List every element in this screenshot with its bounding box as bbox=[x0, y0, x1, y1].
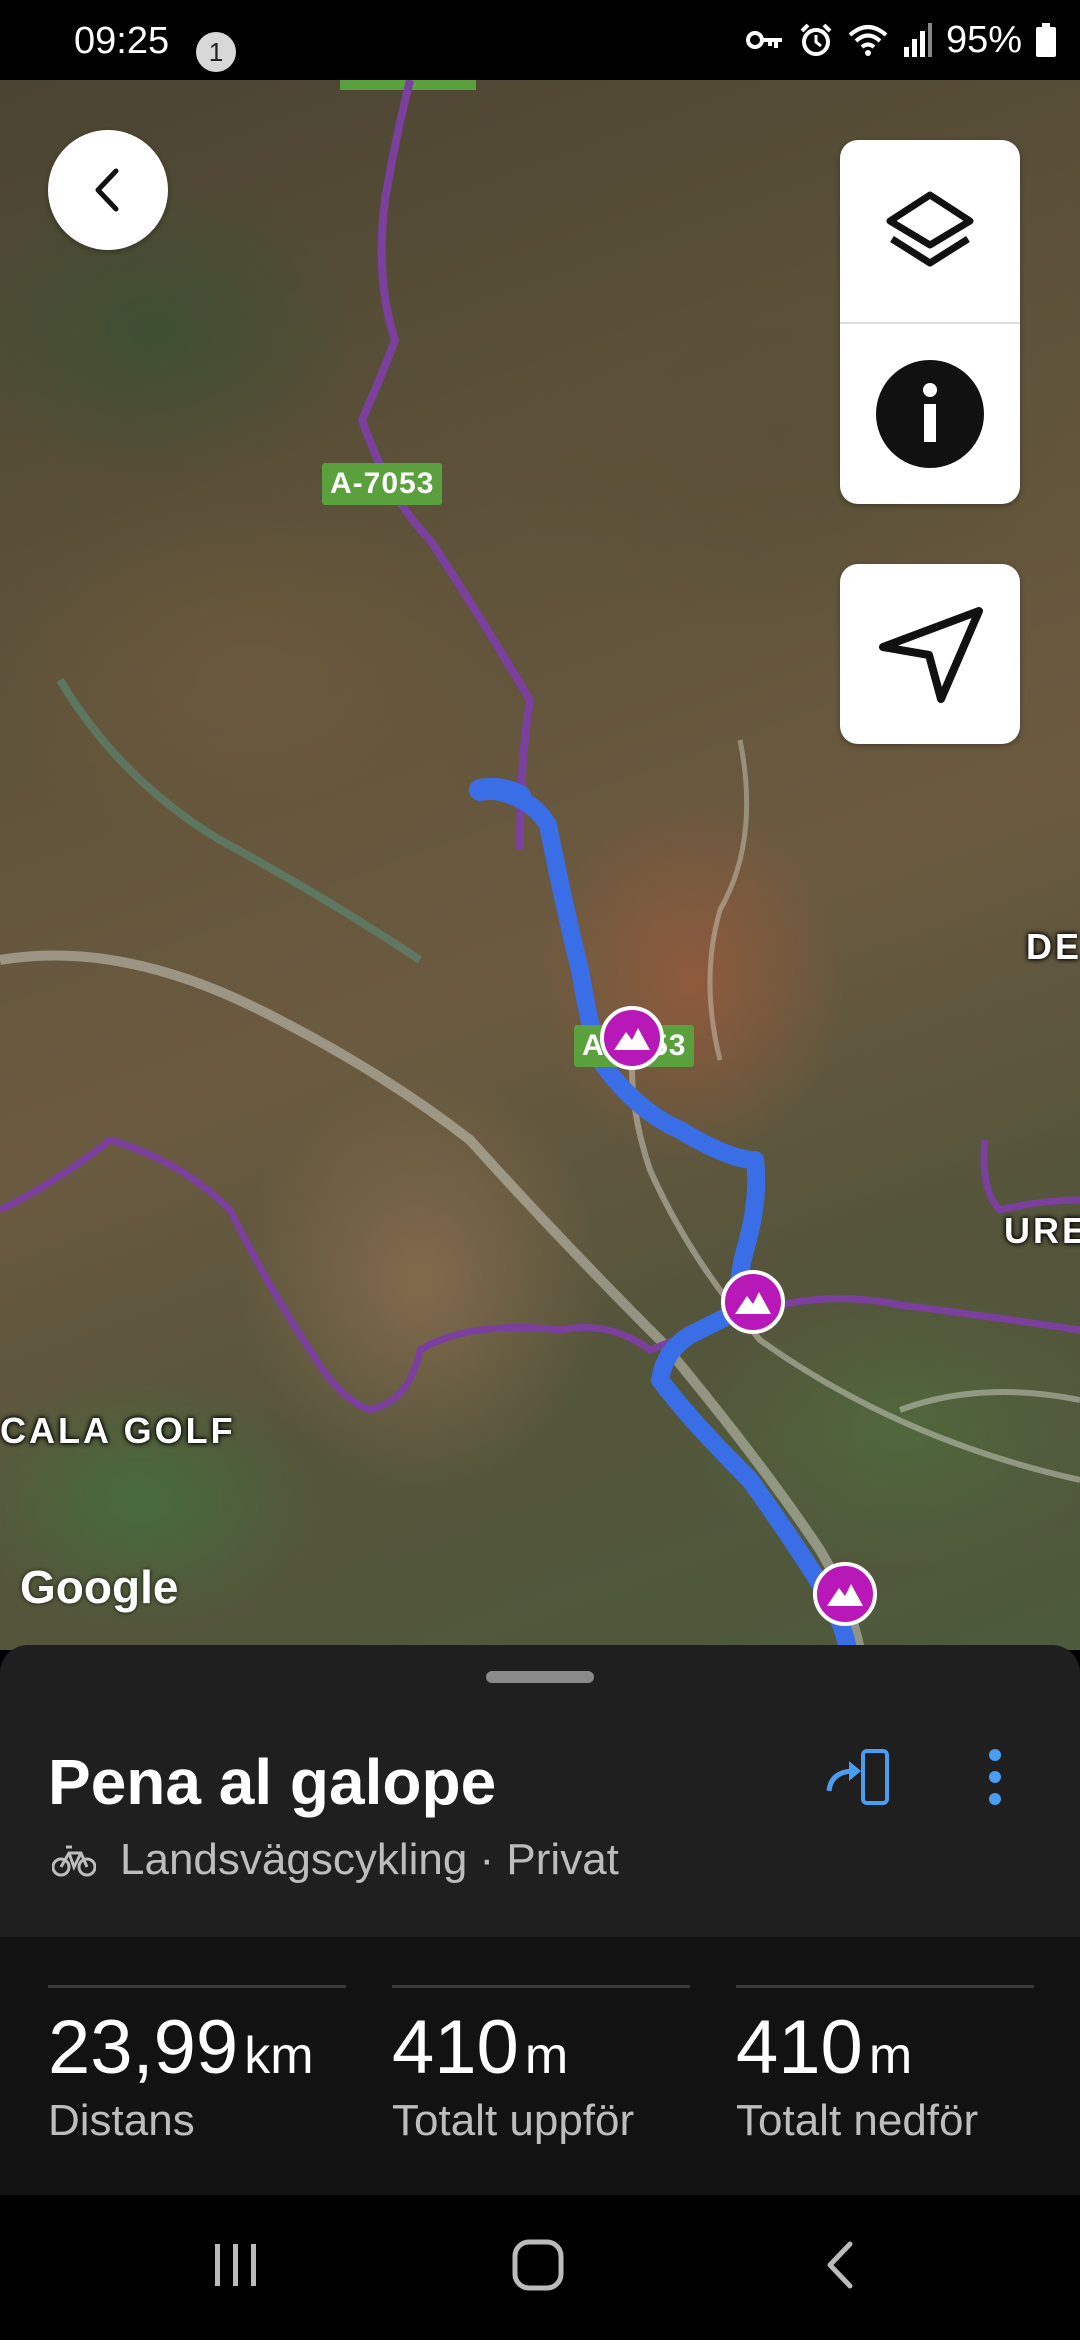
info-icon bbox=[876, 360, 984, 468]
stat-label: Totalt nedför bbox=[736, 2096, 979, 2145]
peak-marker[interactable] bbox=[721, 1270, 785, 1334]
more-options-button[interactable] bbox=[960, 1737, 1030, 1817]
map-view[interactable]: A-7053 A-7053 DE URE CALA GOLF Google bbox=[0, 80, 1080, 1650]
drag-handle[interactable] bbox=[486, 1671, 594, 1683]
stats-panel: 23,99 km Distans 410 m Totalt uppför 410 m … bbox=[0, 1937, 1080, 2195]
route-details-sheet[interactable]: Pena al galope Landsvägscykling · Privat… bbox=[0, 1645, 1080, 2195]
battery-percentage: 95% bbox=[945, 18, 1022, 61]
info-button[interactable] bbox=[840, 322, 1020, 504]
peak-marker[interactable] bbox=[600, 1006, 664, 1070]
home-icon bbox=[512, 2239, 564, 2291]
road-label: A-7053 bbox=[322, 463, 443, 505]
stat-value: 410 bbox=[736, 2005, 863, 2090]
navigation-arrow-icon bbox=[879, 607, 983, 703]
status-time: 09:25 bbox=[74, 20, 170, 62]
locate-button[interactable] bbox=[840, 564, 1020, 744]
notification-count-badge: 1 bbox=[196, 32, 236, 72]
place-label: URE bbox=[1004, 1210, 1080, 1251]
mountain-icon bbox=[735, 1292, 771, 1314]
recents-button[interactable] bbox=[176, 2225, 296, 2305]
bicycle-icon bbox=[52, 1845, 96, 1877]
stat-unit: m bbox=[868, 2027, 913, 2085]
stat-distance: 23,99 km Distans bbox=[48, 1985, 346, 2146]
back-icon bbox=[95, 168, 119, 212]
mountain-icon bbox=[827, 1584, 863, 1606]
mountain-icon bbox=[614, 1028, 650, 1050]
route-activity: Landsvägscykling · Privat bbox=[120, 1835, 619, 1884]
back-button[interactable] bbox=[48, 130, 168, 250]
stat-label: Totalt uppför bbox=[392, 2096, 635, 2145]
layers-icon bbox=[886, 191, 974, 267]
layers-button[interactable] bbox=[840, 140, 1020, 322]
status-icons: 95% bbox=[745, 18, 1056, 62]
stat-value: 410 bbox=[392, 2005, 519, 2090]
send-to-device-icon bbox=[826, 1749, 889, 1805]
status-bar: 09:25 1 95% bbox=[0, 0, 1080, 80]
home-button[interactable] bbox=[478, 2225, 598, 2305]
map-controls bbox=[840, 140, 1020, 504]
stat-unit: km bbox=[244, 2027, 314, 2085]
place-label: CALA GOLF bbox=[0, 1410, 236, 1451]
battery-icon bbox=[1036, 23, 1056, 57]
route-meta: Landsvägscykling · Privat bbox=[52, 1835, 619, 1885]
peak-marker[interactable] bbox=[813, 1562, 877, 1626]
stat-value: 23,99 bbox=[48, 2005, 239, 2090]
stat-unit: m bbox=[524, 2027, 569, 2085]
vpn-key-icon bbox=[745, 31, 782, 49]
stat-elevation-gain: 410 m Totalt uppför bbox=[392, 1985, 690, 2146]
stat-label: Distans bbox=[48, 2096, 195, 2145]
map-attribution: Google bbox=[20, 1561, 179, 1613]
wifi-icon bbox=[848, 25, 888, 56]
stat-elevation-loss: 410 m Totalt nedför bbox=[736, 1985, 1034, 2146]
more-vertical-icon bbox=[989, 1749, 1001, 1805]
system-nav-bar bbox=[0, 2195, 1080, 2340]
route-title: Pena al galope bbox=[48, 1746, 497, 1818]
send-to-device-button[interactable] bbox=[820, 1737, 900, 1817]
recents-icon bbox=[215, 2244, 256, 2286]
place-label: DE bbox=[1026, 926, 1080, 967]
back-nav-button[interactable] bbox=[780, 2225, 900, 2305]
signal-icon bbox=[903, 23, 932, 57]
alarm-icon bbox=[800, 23, 832, 56]
back-nav-icon bbox=[827, 2241, 853, 2289]
